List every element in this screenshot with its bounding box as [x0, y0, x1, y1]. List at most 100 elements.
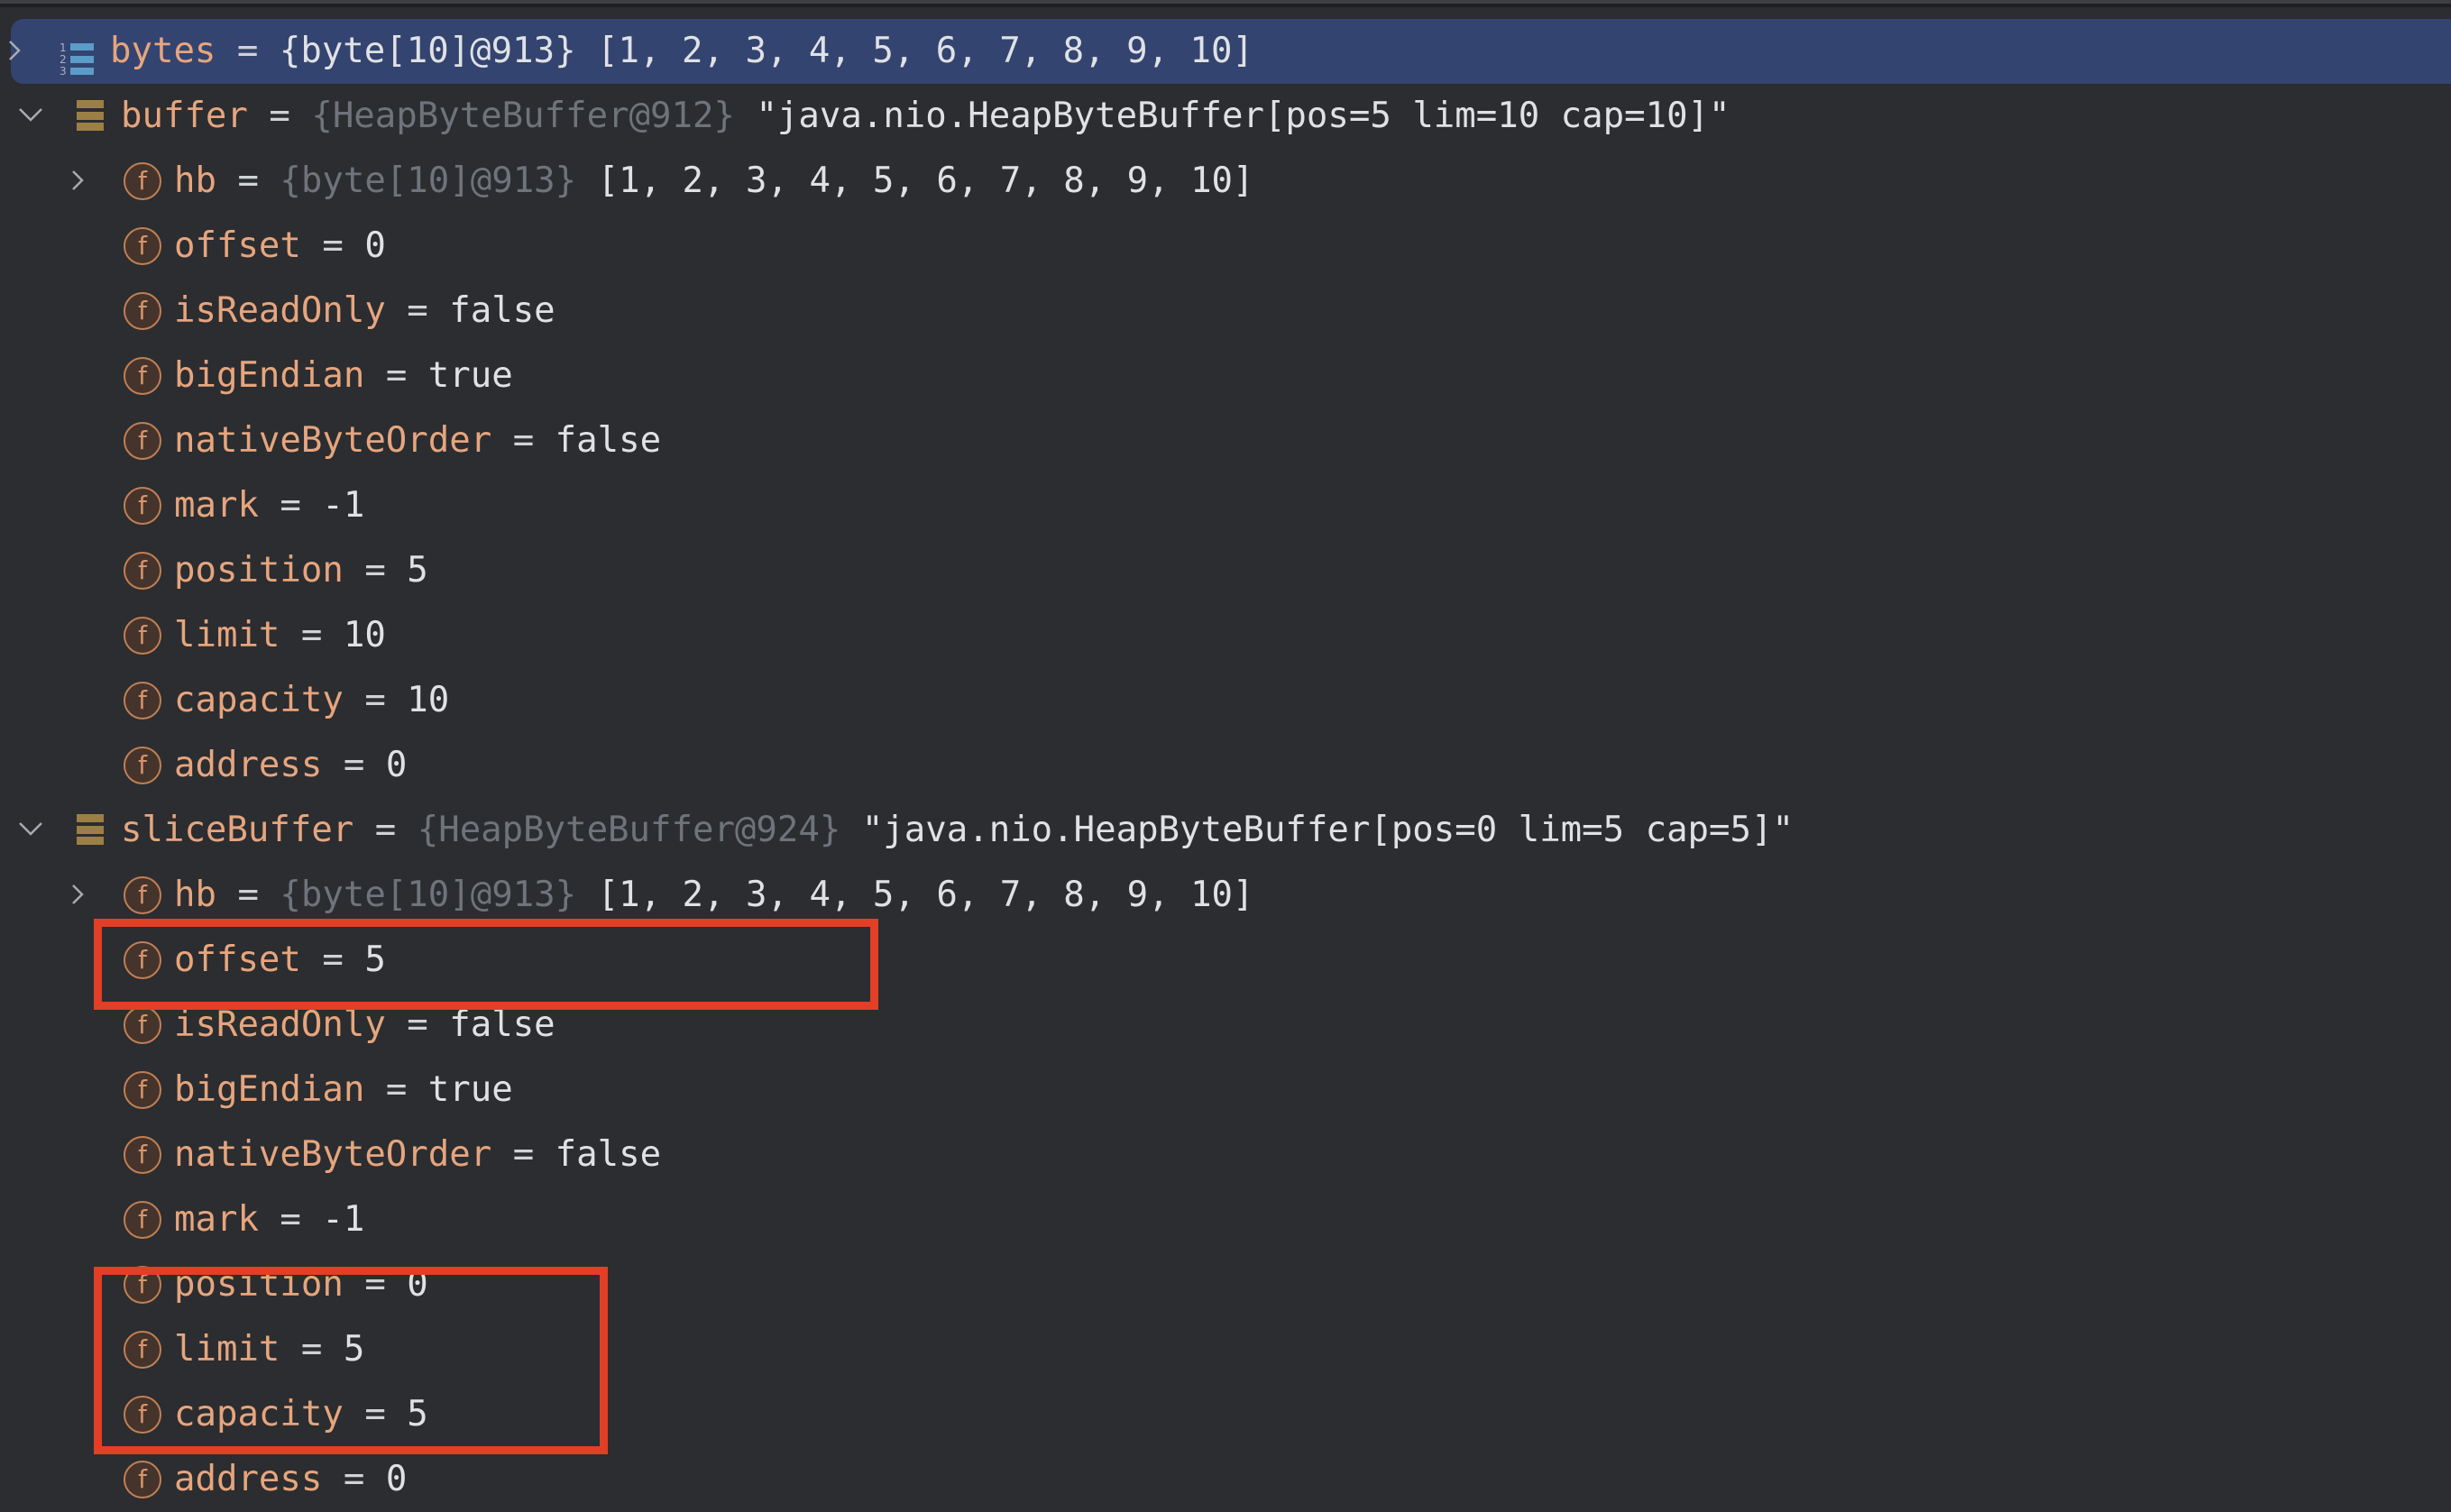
- field-text: capacity = 10: [174, 668, 449, 733]
- variable-name: bytes: [110, 31, 216, 71]
- equals-sign: =: [322, 939, 344, 980]
- field-name: limit: [174, 1329, 280, 1370]
- field-row-sliceBuffer-hb[interactable]: f hb = {byte[10]@913} [1, 2, 3, 4, 5, 6, …: [0, 863, 2451, 928]
- equals-sign: =: [236, 31, 259, 71]
- equals-sign: =: [407, 290, 428, 331]
- field-value: 5: [407, 550, 428, 591]
- field-text: offset = 0: [174, 214, 386, 279]
- field-name: mark: [174, 485, 259, 526]
- field-value: false: [449, 290, 555, 331]
- field-text: bigEndian = true: [174, 344, 513, 408]
- field-row-sliceBuffer-limit[interactable]: f limit = 5: [0, 1317, 2451, 1382]
- equals-sign: =: [512, 1134, 535, 1175]
- field-row-sliceBuffer-position[interactable]: f position = 0: [0, 1252, 2451, 1317]
- equals-sign: =: [512, 420, 535, 461]
- field-row-buffer-limit[interactable]: f limit = 10: [0, 603, 2451, 668]
- field-row-buffer-isReadOnly[interactable]: f isReadOnly = false: [0, 279, 2451, 344]
- field-icon: f: [124, 941, 161, 979]
- variables-tree: 1 2 3 bytes = {byte[10]@913} [1, 2, 3, 4, 5…: [0, 19, 2451, 1512]
- field-text: nativeByteOrder = false: [174, 1123, 661, 1187]
- field-name: hb: [174, 160, 216, 201]
- variable-text: sliceBuffer = {HeapByteBuffer@924} "java…: [121, 798, 1794, 863]
- field-row-buffer-hb[interactable]: f hb = {byte[10]@913} [1, 2, 3, 4, 5, 6, …: [0, 149, 2451, 214]
- object-reference: {HeapByteBuffer@924}: [417, 810, 841, 850]
- field-row-buffer-position[interactable]: f position = 5: [0, 538, 2451, 603]
- equals-sign: =: [322, 225, 344, 266]
- field-text: capacity = 5: [174, 1382, 428, 1447]
- field-name: offset: [174, 939, 301, 980]
- field-icon: f: [124, 1201, 161, 1239]
- field-icon: f: [124, 1006, 161, 1044]
- equals-sign: =: [374, 810, 397, 850]
- collapse-chevron-icon[interactable]: [18, 84, 45, 149]
- equals-sign: =: [385, 355, 408, 396]
- field-text: isReadOnly = false: [174, 993, 555, 1058]
- field-row-buffer-bigEndian[interactable]: f bigEndian = true: [0, 344, 2451, 408]
- expand-chevron-icon[interactable]: [7, 19, 34, 84]
- field-row-sliceBuffer-bigEndian[interactable]: f bigEndian = true: [0, 1058, 2451, 1123]
- field-name: position: [174, 550, 344, 591]
- expand-chevron-icon[interactable]: [70, 863, 97, 928]
- field-icon: f: [124, 422, 161, 460]
- field-value: false: [555, 420, 662, 461]
- field-row-sliceBuffer-capacity[interactable]: f capacity = 5: [0, 1382, 2451, 1447]
- field-row-buffer-mark[interactable]: f mark = -1: [0, 473, 2451, 538]
- equals-sign: =: [269, 96, 290, 136]
- object-icon: [77, 100, 104, 133]
- field-value: 5: [407, 1394, 428, 1434]
- equals-sign: =: [364, 1264, 386, 1305]
- field-icon: f: [124, 1396, 161, 1434]
- equals-sign: =: [364, 680, 386, 720]
- field-value: false: [555, 1134, 662, 1175]
- field-text: nativeByteOrder = false: [174, 408, 661, 473]
- variable-value: "java.nio.HeapByteBuffer[pos=5 lim=10 ca…: [756, 96, 1730, 136]
- field-value: 10: [407, 680, 450, 720]
- field-row-sliceBuffer-nativeByteOrder[interactable]: f nativeByteOrder = false: [0, 1123, 2451, 1187]
- field-value: 10: [343, 615, 386, 655]
- equals-sign: =: [300, 615, 323, 655]
- svg-text:1: 1: [60, 41, 67, 54]
- object-reference: {byte[10]@913}: [279, 31, 576, 71]
- field-icon: f: [124, 617, 161, 655]
- array-icon: 123: [58, 33, 99, 78]
- variable-value: "java.nio.HeapByteBuffer[pos=0 lim=5 cap…: [861, 810, 1794, 850]
- equals-sign: =: [300, 1329, 323, 1370]
- field-row-sliceBuffer-isReadOnly[interactable]: f isReadOnly = false: [0, 993, 2451, 1058]
- expand-chevron-icon[interactable]: [70, 149, 97, 214]
- field-value: 5: [364, 939, 386, 980]
- field-name: hb: [174, 875, 216, 915]
- window-top-divider: [0, 4, 2451, 7]
- field-icon: f: [124, 1071, 161, 1109]
- field-value: 0: [407, 1264, 428, 1305]
- field-name: bigEndian: [174, 1069, 365, 1110]
- variable-row-buffer[interactable]: buffer = {HeapByteBuffer@912} "java.nio.…: [0, 84, 2451, 149]
- variable-value: [1, 2, 3, 4, 5, 6, 7, 8, 9, 10]: [597, 31, 1253, 71]
- variable-text: buffer = {HeapByteBuffer@912} "java.nio.…: [121, 84, 1730, 149]
- variable-row-bytes[interactable]: 1 2 3 bytes = {byte[10]@913} [1, 2, 3, 4, 5…: [9, 19, 2451, 84]
- svg-text:3: 3: [60, 65, 67, 77]
- field-icon: f: [124, 1136, 161, 1174]
- field-value: 5: [343, 1329, 365, 1370]
- variable-name: sliceBuffer: [121, 810, 354, 850]
- field-row-buffer-offset[interactable]: f offset = 0: [0, 214, 2451, 279]
- field-row-buffer-nativeByteOrder[interactable]: f nativeByteOrder = false: [0, 408, 2451, 473]
- field-row-sliceBuffer-mark[interactable]: f mark = -1: [0, 1187, 2451, 1252]
- field-row-buffer-address[interactable]: f address = 0: [0, 733, 2451, 798]
- variable-row-sliceBuffer[interactable]: sliceBuffer = {HeapByteBuffer@924} "java…: [0, 798, 2451, 863]
- field-name: address: [174, 1459, 323, 1499]
- field-row-buffer-capacity[interactable]: f capacity = 10: [0, 668, 2451, 733]
- object-reference: {byte[10]@913}: [280, 875, 577, 915]
- field-text: mark = -1: [174, 473, 364, 538]
- field-name: bigEndian: [174, 355, 365, 396]
- collapse-chevron-icon[interactable]: [18, 798, 45, 863]
- field-text: offset = 5: [174, 928, 386, 993]
- field-value: 0: [385, 745, 408, 785]
- field-row-sliceBuffer-offset[interactable]: f offset = 5: [0, 928, 2451, 993]
- field-row-sliceBuffer-address[interactable]: f address = 0: [0, 1447, 2451, 1512]
- field-name: offset: [174, 225, 301, 266]
- equals-sign: =: [385, 1069, 408, 1110]
- field-value: 0: [385, 1459, 408, 1499]
- field-text: address = 0: [174, 733, 407, 798]
- field-name: isReadOnly: [174, 290, 386, 331]
- field-text: hb = {byte[10]@913} [1, 2, 3, 4, 5, 6, 7…: [174, 149, 1254, 214]
